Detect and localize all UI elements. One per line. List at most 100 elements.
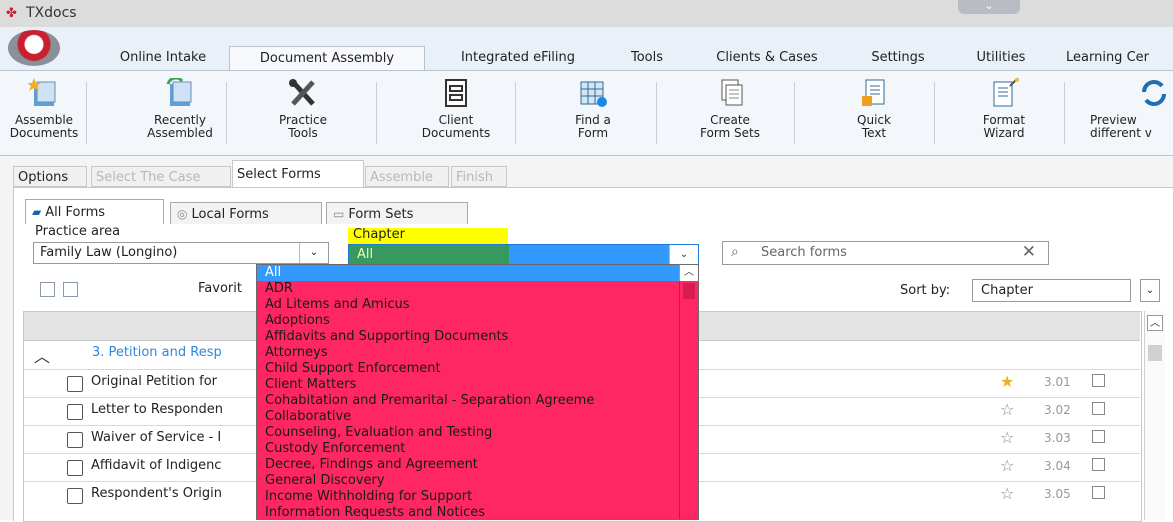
find-form-icon [580, 81, 607, 107]
form-number: 3.01 [1044, 375, 1071, 389]
create-form-sets-icon [721, 79, 743, 106]
open-external-icon[interactable] [1092, 402, 1105, 415]
ribbon-separator [1064, 82, 1065, 144]
tab-all-forms[interactable]: ▰ All Forms [25, 199, 164, 224]
tab-local-forms[interactable]: ◎ Local Forms [170, 202, 322, 224]
clear-icon[interactable]: ✕ [1022, 242, 1036, 262]
search-icon: ⌕ [731, 244, 739, 260]
star-icon[interactable]: ☆ [1000, 484, 1014, 503]
ribbon-separator [376, 82, 377, 144]
ribbon-separator [515, 82, 516, 144]
practice-area-label: Practice area [35, 224, 121, 239]
form-name: Affidavit of Indigenc [91, 458, 222, 473]
dropdown-item[interactable]: Decree, Findings and Agreement [265, 457, 594, 473]
tab-clients-cases[interactable]: Clients & Cases [697, 46, 837, 70]
chapter-value: All [357, 247, 374, 262]
search-input[interactable]: ⌕ Search forms ✕ [722, 241, 1049, 265]
dropdown-item[interactable]: Counseling, Evaluation and Testing [265, 425, 594, 441]
tab-document-assembly[interactable]: Document Assembly [229, 46, 425, 72]
practice-tools-label: Practice Tools [279, 113, 327, 140]
grid-scrollbar[interactable]: ︿ [1144, 311, 1165, 520]
row-checkbox[interactable] [67, 488, 83, 504]
practice-tools-button[interactable]: Practice Tools [271, 78, 335, 148]
recently-assembled-button[interactable]: Recently Assembled [140, 78, 220, 148]
tab-integrated-efiling[interactable]: Integrated eFiling [443, 46, 593, 70]
window-title: TXdocs [26, 5, 77, 21]
tab-form-sets[interactable]: ▭ Form Sets [326, 202, 468, 224]
tab-online-intake[interactable]: Online Intake [118, 46, 208, 70]
dropdown-item[interactable]: General Discovery [265, 473, 594, 489]
form-name: Letter to Responden [91, 402, 224, 417]
dropdown-item[interactable]: ADR [265, 281, 594, 297]
dropdown-item[interactable]: Income Withholding for Support [265, 489, 594, 505]
expand-all-icon[interactable] [40, 282, 55, 297]
create-form-sets-button[interactable]: Create Form Sets [690, 78, 770, 148]
form-name: Waiver of Service - I [91, 430, 222, 445]
dropdown-item[interactable]: Ad Litems and Amicus [265, 297, 594, 313]
dropdown-item[interactable]: Custody Enforcement [265, 441, 594, 457]
row-checkbox[interactable] [67, 460, 83, 476]
chapter-select[interactable]: All ⌄ [348, 244, 699, 266]
ribbon-separator [794, 82, 795, 144]
dropdown-item[interactable]: Information Requests and Notices [265, 505, 594, 519]
tab-settings[interactable]: Settings [863, 46, 933, 70]
app-menu-button[interactable] [8, 30, 60, 66]
dropdown-scroll-thumb[interactable] [683, 283, 695, 299]
row-checkbox[interactable] [67, 404, 83, 420]
scroll-up-icon[interactable]: ︿ [1147, 315, 1163, 331]
recently-assembled-icon [166, 78, 192, 106]
star-icon[interactable]: ★ [1000, 372, 1014, 391]
open-external-icon[interactable] [1092, 374, 1105, 387]
dropdown-item[interactable]: Affidavits and Supporting Documents [265, 329, 594, 345]
dropdown-item[interactable]: Child Support Enforcement [265, 361, 594, 377]
scroll-thumb[interactable] [1148, 345, 1162, 361]
star-icon[interactable]: ☆ [1000, 456, 1014, 475]
step-assemble: Assemble [365, 166, 449, 187]
dropdown-scrollbar[interactable] [679, 281, 698, 519]
star-icon[interactable]: ☆ [1000, 428, 1014, 447]
dropdown-item-all[interactable]: All [257, 265, 680, 281]
collapse-all-icon[interactable] [63, 282, 78, 297]
form-number: 3.05 [1044, 487, 1071, 501]
client-documents-button[interactable]: Client Documents [416, 78, 496, 148]
open-external-icon[interactable] [1092, 430, 1105, 443]
step-options[interactable]: Options [13, 166, 87, 187]
dropdown-item[interactable]: Cohabitation and Premarital - Separation… [265, 393, 594, 409]
chevron-up-icon[interactable]: ︿ [34, 343, 50, 367]
find-a-form-label: Find a Form [575, 113, 611, 140]
practice-area-select[interactable]: Family Law (Longino) ⌄ [33, 242, 329, 264]
client-documents-icon [445, 79, 467, 107]
quick-text-icon [862, 79, 885, 106]
format-wizard-label: Format Wizard [982, 113, 1026, 140]
find-a-form-button[interactable]: Find a Form [567, 78, 619, 148]
open-external-icon[interactable] [1092, 486, 1105, 499]
tab-utilities[interactable]: Utilities [966, 46, 1036, 70]
preview-button[interactable]: Preview different v [1086, 78, 1173, 148]
open-external-icon[interactable] [1092, 458, 1105, 471]
chevron-down-icon[interactable]: ⌄ [669, 245, 698, 265]
chevron-down-icon[interactable]: ⌄ [1140, 279, 1160, 302]
favorites-filter-label[interactable]: Favorit [198, 281, 242, 296]
preview-icon [1142, 80, 1166, 106]
assemble-documents-button[interactable]: Assemble Documents [8, 78, 80, 148]
tab-tools[interactable]: Tools [622, 46, 672, 70]
ribbon-separator [86, 82, 87, 144]
row-checkbox[interactable] [67, 376, 83, 392]
dropdown-item[interactable]: Collaborative [265, 409, 594, 425]
ribbon-collapse-button[interactable]: ⌄ [958, 0, 1020, 14]
tab-learning-center[interactable]: Learning Cer [1066, 46, 1173, 70]
chevron-up-icon[interactable]: ︿ [679, 265, 698, 281]
step-select-forms[interactable]: Select Forms [232, 160, 364, 187]
format-wizard-button[interactable]: Format Wizard [966, 78, 1042, 148]
dropdown-item[interactable]: Adoptions [265, 313, 594, 329]
row-checkbox[interactable] [67, 432, 83, 448]
dropdown-item[interactable]: Client Matters [265, 377, 594, 393]
sort-by-select[interactable]: Chapter [972, 279, 1131, 302]
location-icon: ◎ [177, 207, 188, 221]
dropdown-item[interactable]: Attorneys [265, 345, 594, 361]
quick-text-button[interactable]: Quick Text [842, 78, 906, 148]
star-icon[interactable]: ☆ [1000, 400, 1014, 419]
step-select-the-case: Select The Case [91, 166, 231, 187]
sort-by-label: Sort by: [900, 283, 951, 298]
chevron-down-icon[interactable]: ⌄ [299, 243, 328, 263]
